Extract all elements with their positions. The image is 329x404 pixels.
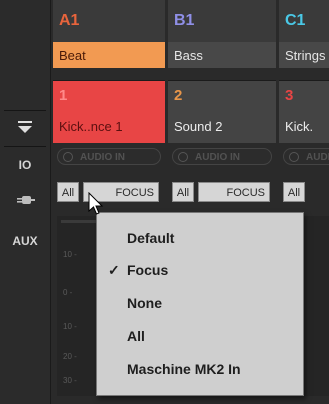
group-name[interactable]: Bass xyxy=(168,42,276,68)
menu-item-none[interactable]: None xyxy=(97,290,303,316)
audio-in-icon xyxy=(289,152,299,162)
audio-in-label: AUDIO IN xyxy=(306,152,329,163)
group-name[interactable]: Strings xyxy=(279,42,329,68)
input-selector[interactable]: All FOCUS xyxy=(172,182,272,204)
menu-item-focus[interactable]: ✓ Focus xyxy=(97,257,303,283)
input-selector[interactable]: All FOCUS xyxy=(57,182,161,204)
menu-item-label: Default xyxy=(127,230,175,246)
sound-name: Kick..nce 1 xyxy=(59,119,123,134)
sound-slot-1[interactable]: 1 Kick..nce 1 xyxy=(53,80,165,143)
audio-in-label: AUDIO IN xyxy=(195,152,240,163)
audio-in-label: AUDIO IN xyxy=(80,152,125,163)
collapse-arrow-icon[interactable] xyxy=(15,120,35,136)
input-dropdown-menu: Default ✓ Focus None All Maschine MK2 In xyxy=(96,212,304,396)
input-selector[interactable]: All xyxy=(283,182,329,204)
sound-name: Sound 2 xyxy=(174,119,223,134)
audio-in-button[interactable]: AUDIO IN xyxy=(283,148,329,165)
checkmark-icon: ✓ xyxy=(108,262,120,278)
group-header[interactable]: B1 xyxy=(168,0,276,43)
menu-item-maschine-mk2-in[interactable]: Maschine MK2 In xyxy=(97,356,303,382)
aux-label: AUX xyxy=(12,234,38,248)
rail-divider xyxy=(4,146,46,147)
menu-item-all[interactable]: All xyxy=(97,323,303,349)
audio-in-button[interactable]: AUDIO IN xyxy=(172,148,272,165)
mouse-cursor-icon xyxy=(88,192,104,215)
group-name[interactable]: Beat xyxy=(53,42,165,68)
focus-segment[interactable]: FOCUS xyxy=(198,182,270,202)
menu-item-default[interactable]: Default xyxy=(97,225,303,251)
plug-icon[interactable] xyxy=(16,193,36,207)
audio-in-button[interactable]: AUDIO IN xyxy=(57,148,161,165)
group-letter: C1 xyxy=(285,12,306,29)
io-label: IO xyxy=(18,158,32,172)
sound-slot-2[interactable]: 2 Sound 2 xyxy=(168,80,276,143)
all-segment[interactable]: All xyxy=(172,182,194,202)
sound-number: 3 xyxy=(285,87,294,104)
sound-slot-3[interactable]: 3 Kick. xyxy=(279,80,329,143)
audio-in-icon xyxy=(63,152,73,162)
menu-item-label: Maschine MK2 In xyxy=(127,361,241,377)
sound-number: 1 xyxy=(59,87,68,104)
sound-name: Kick. xyxy=(285,119,314,134)
menu-item-label: Focus xyxy=(127,262,169,278)
group-letter: A1 xyxy=(59,12,80,29)
all-segment[interactable]: All xyxy=(57,182,79,202)
group-letter: B1 xyxy=(174,12,195,29)
left-rail: IO AUX xyxy=(0,0,51,404)
sound-number: 2 xyxy=(174,87,183,104)
menu-item-label: None xyxy=(127,295,162,311)
audio-in-icon xyxy=(178,152,188,162)
menu-item-label: All xyxy=(127,328,145,344)
group-header[interactable]: A1 xyxy=(53,0,165,43)
group-header[interactable]: C1 xyxy=(279,0,329,43)
all-segment[interactable]: All xyxy=(283,182,305,202)
rail-divider xyxy=(4,110,46,111)
